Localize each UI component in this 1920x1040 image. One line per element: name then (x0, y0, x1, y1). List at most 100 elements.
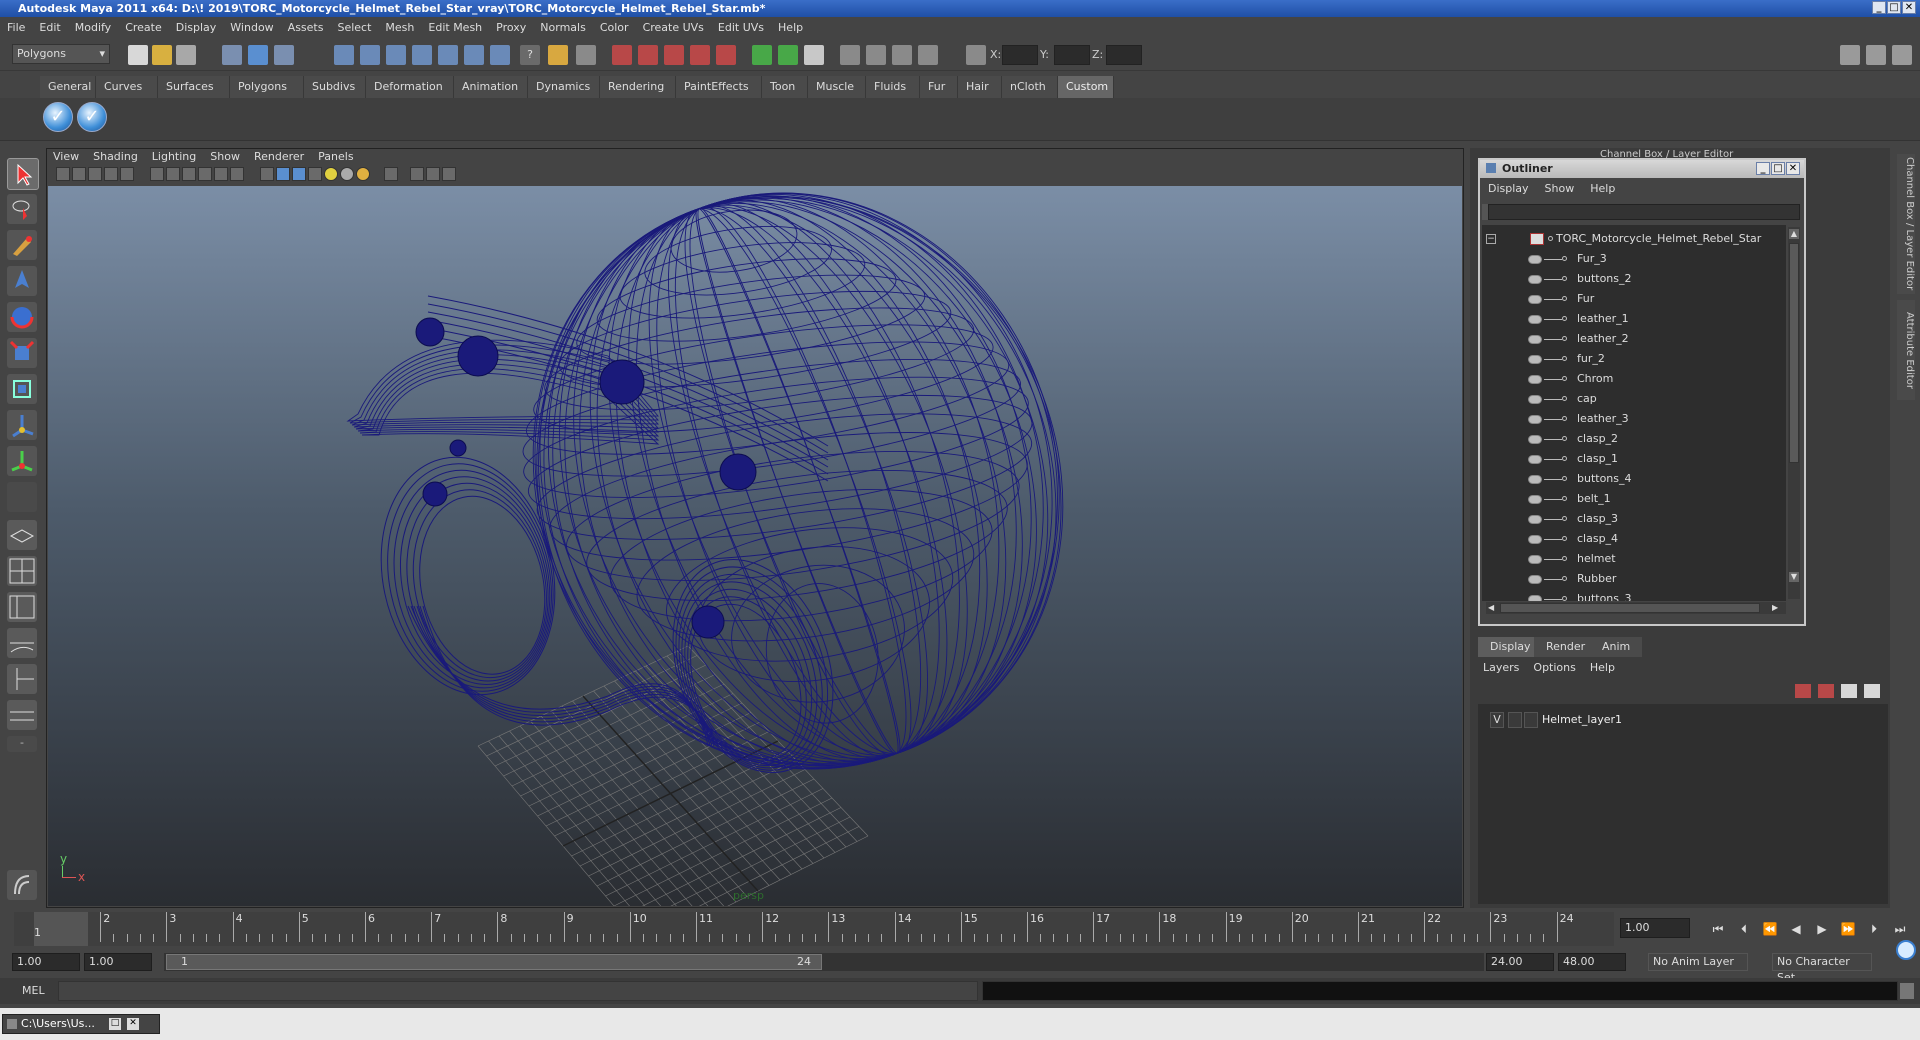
outliner-item-row[interactable]: helmet (1482, 549, 1782, 569)
menu-proxy[interactable]: Proxy (489, 17, 533, 38)
minimize-button[interactable]: _ (1872, 1, 1886, 14)
snap-plane-icon[interactable] (412, 45, 432, 65)
outliner-item-row[interactable]: clasp_1 (1482, 449, 1782, 469)
show-hide-panel-icon[interactable] (752, 45, 772, 65)
layer-editor-icon[interactable] (866, 45, 886, 65)
outliner-vertical-scrollbar[interactable]: ▲ ▼ (1788, 227, 1800, 599)
layout-attribute-icon[interactable] (1892, 45, 1912, 65)
grid-toggle-icon[interactable] (120, 167, 134, 181)
outliner-item-row[interactable]: fur_2 (1482, 349, 1782, 369)
tab-dynamics[interactable]: Dynamics (528, 76, 600, 98)
tab-animation[interactable]: Animation (454, 76, 528, 98)
safe-action-icon[interactable] (214, 167, 228, 181)
playback-end-field[interactable]: 24.00 (1486, 953, 1554, 971)
scroll-left-icon[interactable]: ◀ (1488, 603, 1498, 613)
side-tab-channel-box[interactable]: Channel Box / Layer Editor (1897, 154, 1915, 294)
z-coord-field[interactable] (1106, 45, 1142, 65)
tab-surfaces[interactable]: Surfaces (158, 76, 230, 98)
persp-graph-layout-icon[interactable] (7, 628, 37, 658)
transform-mode-icon[interactable] (966, 45, 986, 65)
expand-icon[interactable]: − (1486, 234, 1496, 244)
layer-row[interactable]: V Helmet_layer1 (1484, 710, 1884, 730)
render-view-icon[interactable] (716, 45, 736, 65)
menu-modify[interactable]: Modify (68, 17, 118, 38)
menu-color[interactable]: Color (593, 17, 636, 38)
xray-icon[interactable] (410, 167, 424, 181)
outliner-item-row[interactable]: buttons_2 (1482, 269, 1782, 289)
camera-attributes-icon[interactable] (72, 167, 86, 181)
outliner-item-row[interactable]: buttons_4 (1482, 469, 1782, 489)
vp-menu-shading[interactable]: Shading (86, 148, 145, 166)
tab-rendering[interactable]: Rendering (600, 76, 676, 98)
tab-muscle[interactable]: Muscle (808, 76, 866, 98)
character-set-dropdown[interactable]: No Character Set (1772, 953, 1872, 984)
outliner-item-row[interactable]: Chrom (1482, 369, 1782, 389)
outliner-menu-show[interactable]: Show (1537, 179, 1583, 199)
camera-select-icon[interactable] (56, 167, 70, 181)
layer-type-toggle[interactable] (1508, 712, 1522, 728)
input-ops-icon[interactable] (576, 45, 596, 65)
new-layer-selected-icon[interactable] (1818, 684, 1834, 698)
shelf-check-button-1[interactable]: ✓ (43, 102, 73, 132)
universal-manip-icon[interactable] (7, 374, 37, 404)
lock-icon[interactable] (548, 45, 568, 65)
layer-move-up-icon[interactable] (1841, 684, 1857, 698)
channel-box-icon[interactable] (840, 45, 860, 65)
wireframe-icon[interactable] (260, 167, 274, 181)
menuset-dropdown[interactable]: Polygons ▾ (12, 44, 110, 64)
scale-tool-icon[interactable] (7, 338, 37, 368)
menu-select[interactable]: Select (330, 17, 378, 38)
high-quality-icon[interactable] (356, 167, 370, 181)
tab-custom[interactable]: Custom (1058, 76, 1114, 98)
rotate-tool-icon[interactable] (7, 302, 37, 332)
time-slider[interactable]: 123456789101112131415161718192021222324 (14, 912, 1614, 946)
field-chart-icon[interactable] (198, 167, 212, 181)
outliner-item-row[interactable]: clasp_4 (1482, 529, 1782, 549)
menu-help[interactable]: Help (771, 17, 810, 38)
anim-layer-dropdown[interactable]: No Anim Layer (1648, 953, 1748, 971)
side-tab-attribute-editor[interactable]: Attribute Editor (1897, 300, 1915, 400)
shelf-check-button-2[interactable]: ✓ (77, 102, 107, 132)
construction-history-icon[interactable] (490, 45, 510, 65)
gate-mask-icon[interactable] (182, 167, 196, 181)
perspective-viewport[interactable] (48, 186, 1462, 906)
tab-painteffects[interactable]: PaintEffects (676, 76, 762, 98)
select-tool-icon[interactable] (7, 158, 39, 190)
menu-edit-mesh[interactable]: Edit Mesh (421, 17, 489, 38)
layer-menu-help[interactable]: Help (1583, 658, 1622, 678)
open-scene-icon[interactable] (152, 45, 172, 65)
save-scene-icon[interactable] (176, 45, 196, 65)
vp-menu-show[interactable]: Show (203, 148, 247, 166)
outliner-item-row[interactable]: buttons_3 (1482, 589, 1782, 601)
maximize-button[interactable]: □ (1887, 1, 1901, 14)
tab-hair[interactable]: Hair (958, 76, 1002, 98)
start-time-field[interactable]: 1.00 (12, 953, 80, 971)
snap-view-icon[interactable] (464, 45, 484, 65)
resolution-gate-icon[interactable] (166, 167, 180, 181)
last-tool-icon[interactable] (7, 482, 37, 512)
prefs-icon[interactable] (1896, 940, 1916, 960)
paint-select-icon[interactable] (7, 230, 37, 260)
make-live-icon[interactable] (438, 45, 458, 65)
layout-split-icon[interactable] (1866, 45, 1886, 65)
wireframe-on-shaded-icon[interactable] (292, 167, 306, 181)
snap-grid-icon[interactable] (334, 45, 354, 65)
persp-graph-hypergraph-layout-icon[interactable] (7, 700, 37, 730)
lasso-tool-icon[interactable] (7, 194, 37, 224)
play-backward-icon[interactable]: ◀ (1788, 922, 1804, 936)
render-current-frame-icon[interactable] (612, 45, 632, 65)
outliner-item-row[interactable]: Fur_3 (1482, 249, 1782, 269)
script-editor-icon[interactable] (7, 870, 37, 900)
step-back-key-icon[interactable]: ⏪ (1762, 922, 1778, 936)
play-forward-icon[interactable]: ▶ (1814, 922, 1830, 936)
end-time-field[interactable]: 48.00 (1558, 953, 1626, 971)
show-manip-icon[interactable] (7, 446, 37, 476)
smooth-shade-icon[interactable] (276, 167, 290, 181)
outliner-maximize-button[interactable]: □ (1771, 162, 1785, 175)
layer-visibility-toggle[interactable]: V (1490, 712, 1504, 728)
scroll-thumb[interactable] (1789, 243, 1799, 463)
scroll-up-icon[interactable]: ▲ (1789, 229, 1799, 239)
step-forward-icon[interactable]: ⏵ (1866, 922, 1882, 936)
tab-toon[interactable]: Toon (762, 76, 808, 98)
outliner-item-row[interactable]: clasp_3 (1482, 509, 1782, 529)
